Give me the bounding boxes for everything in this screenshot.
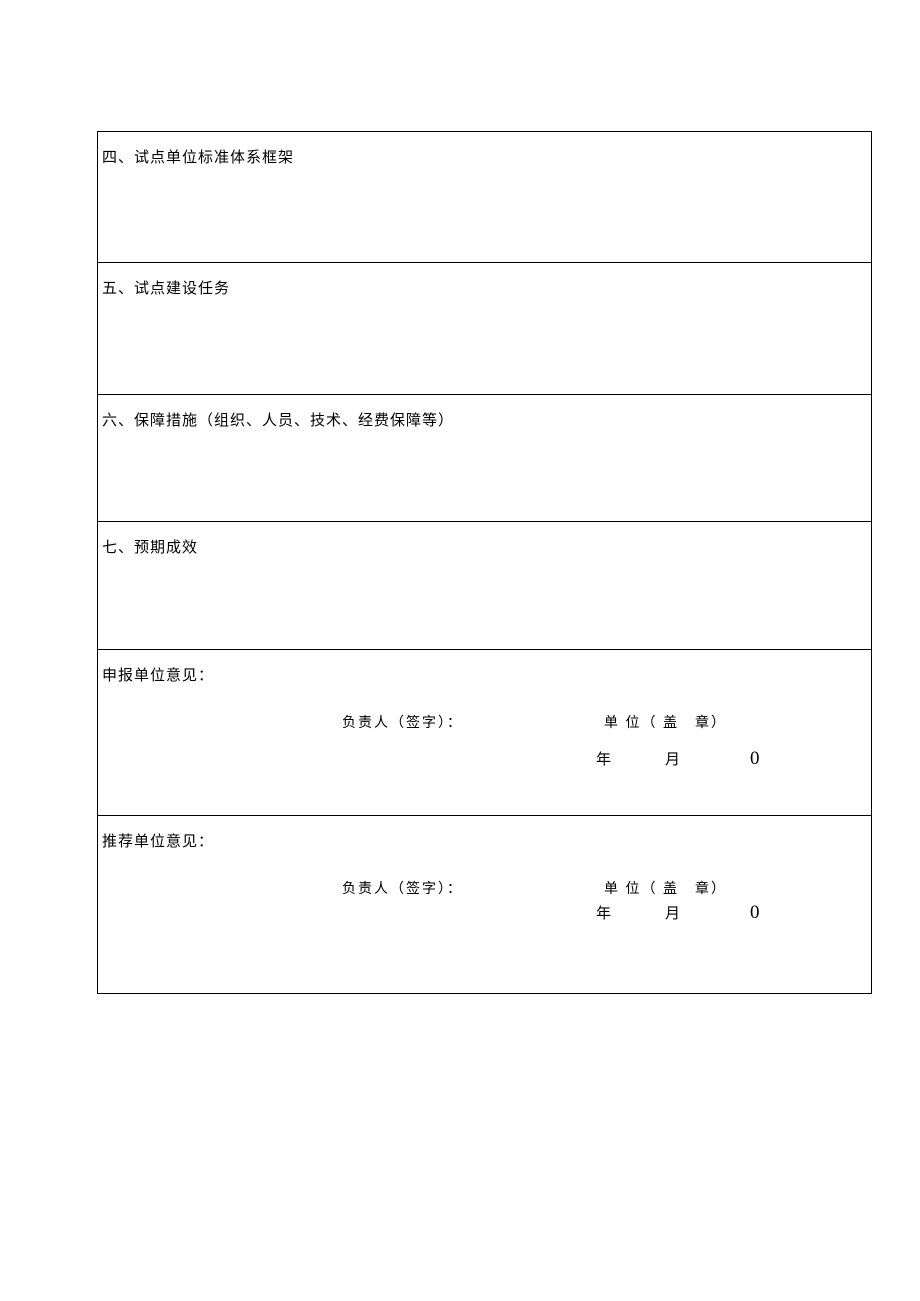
recommender-opinion-content: 推荐单位意见： 负责人（签字）： 单 位（ 盖 章） 年 月 0 xyxy=(98,816,871,993)
recommender-date-month: 月 xyxy=(665,902,682,923)
section-6-header: 六、保障措施（组织、人员、技术、经费保障等） xyxy=(98,395,871,430)
applicant-opinion-cell: 申报单位意见： 负责人（签字）： 单 位（ 盖 章） 年 月 0 xyxy=(98,650,872,816)
applicant-date-zero: 0 xyxy=(750,748,760,770)
applicant-responsible-label: 负责人（签字）： xyxy=(342,712,463,732)
section-5-cell: 五、试点建设任务 xyxy=(98,263,872,395)
section-6-cell: 六、保障措施（组织、人员、技术、经费保障等） xyxy=(98,395,872,522)
section-7-cell: 七、预期成效 xyxy=(98,522,872,650)
applicant-date-year: 年 xyxy=(596,748,613,769)
recommender-seal-label: 单 位（ 盖 章） xyxy=(604,878,727,898)
section-7-header: 七、预期成效 xyxy=(98,522,871,557)
recommender-date-zero: 0 xyxy=(750,902,760,924)
applicant-opinion-title: 申报单位意见： xyxy=(102,664,867,685)
recommender-opinion-cell: 推荐单位意见： 负责人（签字）： 单 位（ 盖 章） 年 月 0 xyxy=(98,816,872,994)
application-form-table: 四、试点单位标准体系框架 五、试点建设任务 六、保障措施（组织、人员、技术、经费… xyxy=(97,131,872,994)
recommender-date-year: 年 xyxy=(596,902,613,923)
applicant-seal-label: 单 位（ 盖 章） xyxy=(604,712,727,732)
section-4-cell: 四、试点单位标准体系框架 xyxy=(98,132,872,263)
recommender-opinion-title: 推荐单位意见： xyxy=(102,830,867,851)
section-4-header: 四、试点单位标准体系框架 xyxy=(98,132,871,167)
applicant-opinion-content: 申报单位意见： 负责人（签字）： 单 位（ 盖 章） 年 月 0 xyxy=(98,650,871,815)
section-5-header: 五、试点建设任务 xyxy=(98,263,871,298)
applicant-date-month: 月 xyxy=(665,748,682,769)
recommender-responsible-label: 负责人（签字）： xyxy=(342,878,463,898)
